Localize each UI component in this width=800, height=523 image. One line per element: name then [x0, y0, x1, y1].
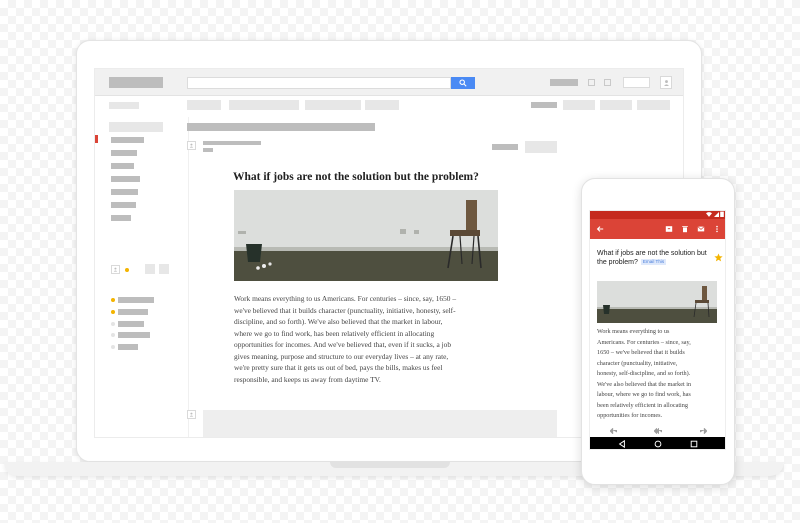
email-body: Work means everything to us Americans. F…: [234, 294, 457, 384]
contact-status-dot: [111, 298, 115, 302]
mobile-email-image: [597, 281, 717, 323]
reply-box[interactable]: [203, 410, 557, 437]
contact-item[interactable]: [118, 332, 150, 338]
nav-home-icon[interactable]: [654, 440, 662, 448]
contact-status-dot: [111, 322, 115, 326]
sender-address-placeholder: [203, 148, 213, 152]
reply-button-placeholder[interactable]: [525, 141, 557, 153]
app-header: [95, 69, 683, 96]
toolbar-button[interactable]: [229, 100, 299, 110]
status-bar: [590, 211, 725, 219]
mark-unread-button[interactable]: [696, 224, 706, 234]
reply-icon[interactable]: [610, 428, 617, 434]
delete-button[interactable]: [680, 224, 690, 234]
compose-button-placeholder[interactable]: [109, 102, 139, 109]
sidebar-item[interactable]: [111, 137, 144, 143]
pagination-placeholder: [531, 102, 557, 108]
account-icon: [189, 143, 194, 148]
mail-icon: [697, 226, 705, 232]
sidebar-item[interactable]: [111, 189, 138, 195]
contact-status-dot: [111, 310, 115, 314]
arrow-back-icon: [596, 226, 604, 232]
reply-all-icon[interactable]: [654, 428, 662, 434]
toolbar-button[interactable]: [600, 100, 632, 110]
sender-name-placeholder: [203, 141, 261, 145]
header-text-placeholder: [550, 79, 578, 86]
nav-back-icon[interactable]: [618, 440, 626, 448]
hangouts-avatar[interactable]: [111, 265, 120, 274]
sidebar-item-inbox[interactable]: [109, 122, 163, 132]
mobile-email-body: Work means everything to us Americans. F…: [597, 328, 692, 419]
toolbar-button[interactable]: [365, 100, 399, 110]
search-icon: [459, 79, 467, 87]
laptop-notch: [330, 462, 450, 468]
wifi-icon: [706, 212, 713, 217]
mobile-email-subject: What if jobs are not the solution but th…: [597, 249, 715, 267]
notifications-icon[interactable]: [604, 79, 611, 86]
apps-icon[interactable]: [588, 79, 595, 86]
sidebar-item[interactable]: [111, 215, 131, 221]
hangouts-tab[interactable]: [159, 264, 169, 274]
back-button[interactable]: [595, 224, 605, 234]
label-tag[interactable]: Email This: [640, 259, 667, 265]
account-icon: [189, 412, 194, 417]
android-nav-bar: [590, 437, 725, 449]
toolbar-button[interactable]: [187, 100, 221, 110]
more-button[interactable]: [712, 224, 722, 234]
email-subject: What if jobs are not the solution but th…: [233, 171, 479, 183]
delete-icon: [682, 226, 688, 233]
sidebar-item[interactable]: [111, 163, 134, 169]
more-vert-icon: [716, 225, 718, 233]
mobile-email-actions: [590, 427, 725, 435]
subject-placeholder: [187, 123, 375, 131]
contact-item[interactable]: [118, 344, 138, 350]
sidebar-item[interactable]: [111, 150, 137, 156]
archive-button[interactable]: [664, 224, 674, 234]
archive-icon: [665, 226, 673, 232]
email-image: [234, 190, 498, 281]
sidebar-item[interactable]: [111, 202, 136, 208]
account-icon: [663, 79, 669, 86]
contact-status-dot: [111, 333, 115, 337]
contact-item[interactable]: [118, 309, 148, 315]
contact-status-dot: [111, 345, 115, 349]
inbox-marker: [95, 135, 98, 143]
nav-recents-icon[interactable]: [690, 440, 698, 448]
star-icon[interactable]: [714, 253, 723, 262]
sender-avatar: [187, 141, 196, 150]
date-placeholder: [492, 144, 518, 150]
room-photo: [234, 190, 498, 281]
mobile-mail-app: What if jobs are not the solution but th…: [589, 210, 726, 450]
hangouts-tab[interactable]: [145, 264, 155, 274]
search-button[interactable]: [451, 77, 475, 89]
header-button-placeholder[interactable]: [623, 77, 650, 88]
mobile-app-bar: [590, 219, 725, 239]
battery-icon: [720, 211, 724, 217]
room-photo: [597, 281, 717, 323]
forward-icon[interactable]: [700, 428, 707, 434]
status-dot: [125, 268, 129, 272]
toolbar-button[interactable]: [305, 100, 361, 110]
search-input[interactable]: [187, 77, 451, 89]
contact-item[interactable]: [118, 321, 144, 327]
toolbar-button[interactable]: [637, 100, 670, 110]
account-avatar[interactable]: [660, 76, 672, 89]
toolbar-button[interactable]: [563, 100, 595, 110]
signal-icon: [713, 212, 719, 217]
account-icon: [113, 267, 118, 272]
contact-item[interactable]: [118, 297, 154, 303]
sidebar-item[interactable]: [111, 176, 140, 182]
app-logo-placeholder: [109, 77, 163, 88]
reply-avatar: [187, 410, 196, 419]
